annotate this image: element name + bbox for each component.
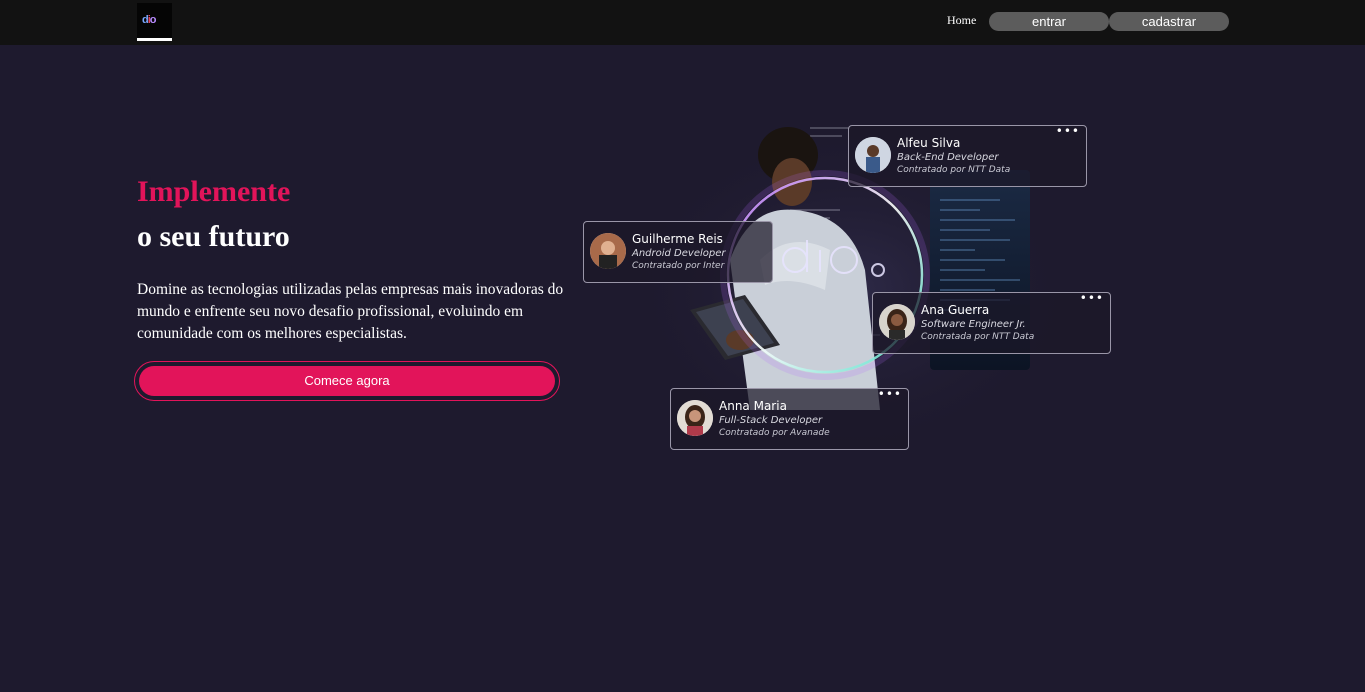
logo-active-indicator <box>137 38 172 41</box>
avatar <box>677 400 713 436</box>
profile-card[interactable]: Ana Guerra Software Engineer Jr. Contrat… <box>872 292 1111 354</box>
start-now-button[interactable]: Comece agora <box>139 366 555 396</box>
avatar <box>590 233 626 269</box>
profile-name: Ana Guerra <box>921 303 990 317</box>
profile-hired: Contratado por Avanade <box>719 428 830 438</box>
dio-logo-icon: dio <box>142 14 156 26</box>
logo[interactable]: dio <box>137 3 172 41</box>
profile-name: Alfeu Silva <box>897 136 961 150</box>
avatar <box>855 137 891 173</box>
profile-role: Android Developer <box>632 248 726 259</box>
top-navbar: dio Home entrar cadastrar <box>0 0 1365 45</box>
profile-role: Full-Stack Developer <box>719 415 823 426</box>
profile-name: Guilherme Reis <box>632 232 723 246</box>
profile-role: Back-End Developer <box>897 152 999 163</box>
profile-hired: Contratada por NTT Data <box>921 332 1035 342</box>
more-options-icon[interactable]: ••• <box>1056 125 1080 137</box>
profile-name: Anna Maria <box>719 399 787 413</box>
more-options-icon[interactable]: ••• <box>1080 292 1104 304</box>
nav-home-link[interactable]: Home <box>947 13 976 28</box>
profile-card[interactable]: Alfeu Silva Back-End Developer Contratad… <box>848 125 1087 187</box>
more-options-icon[interactable]: ••• <box>878 388 902 400</box>
hero-title: o seu futuro <box>137 220 290 253</box>
profile-card[interactable]: Guilherme Reis Android Developer Contrat… <box>583 221 773 283</box>
hero-title-highlight: Implemente <box>137 175 291 208</box>
signup-button[interactable]: cadastrar <box>1109 12 1229 31</box>
login-button[interactable]: entrar <box>989 12 1109 31</box>
profile-role: Software Engineer Jr. <box>921 319 1026 330</box>
profile-hired: Contratado por NTT Data <box>897 165 1011 175</box>
profile-hired: Contratado por Inter <box>632 261 725 271</box>
profile-card[interactable]: Anna Maria Full-Stack Developer Contrata… <box>670 388 909 450</box>
avatar <box>879 304 915 340</box>
hero-description: Domine as tecnologias utilizadas pelas e… <box>137 281 564 342</box>
